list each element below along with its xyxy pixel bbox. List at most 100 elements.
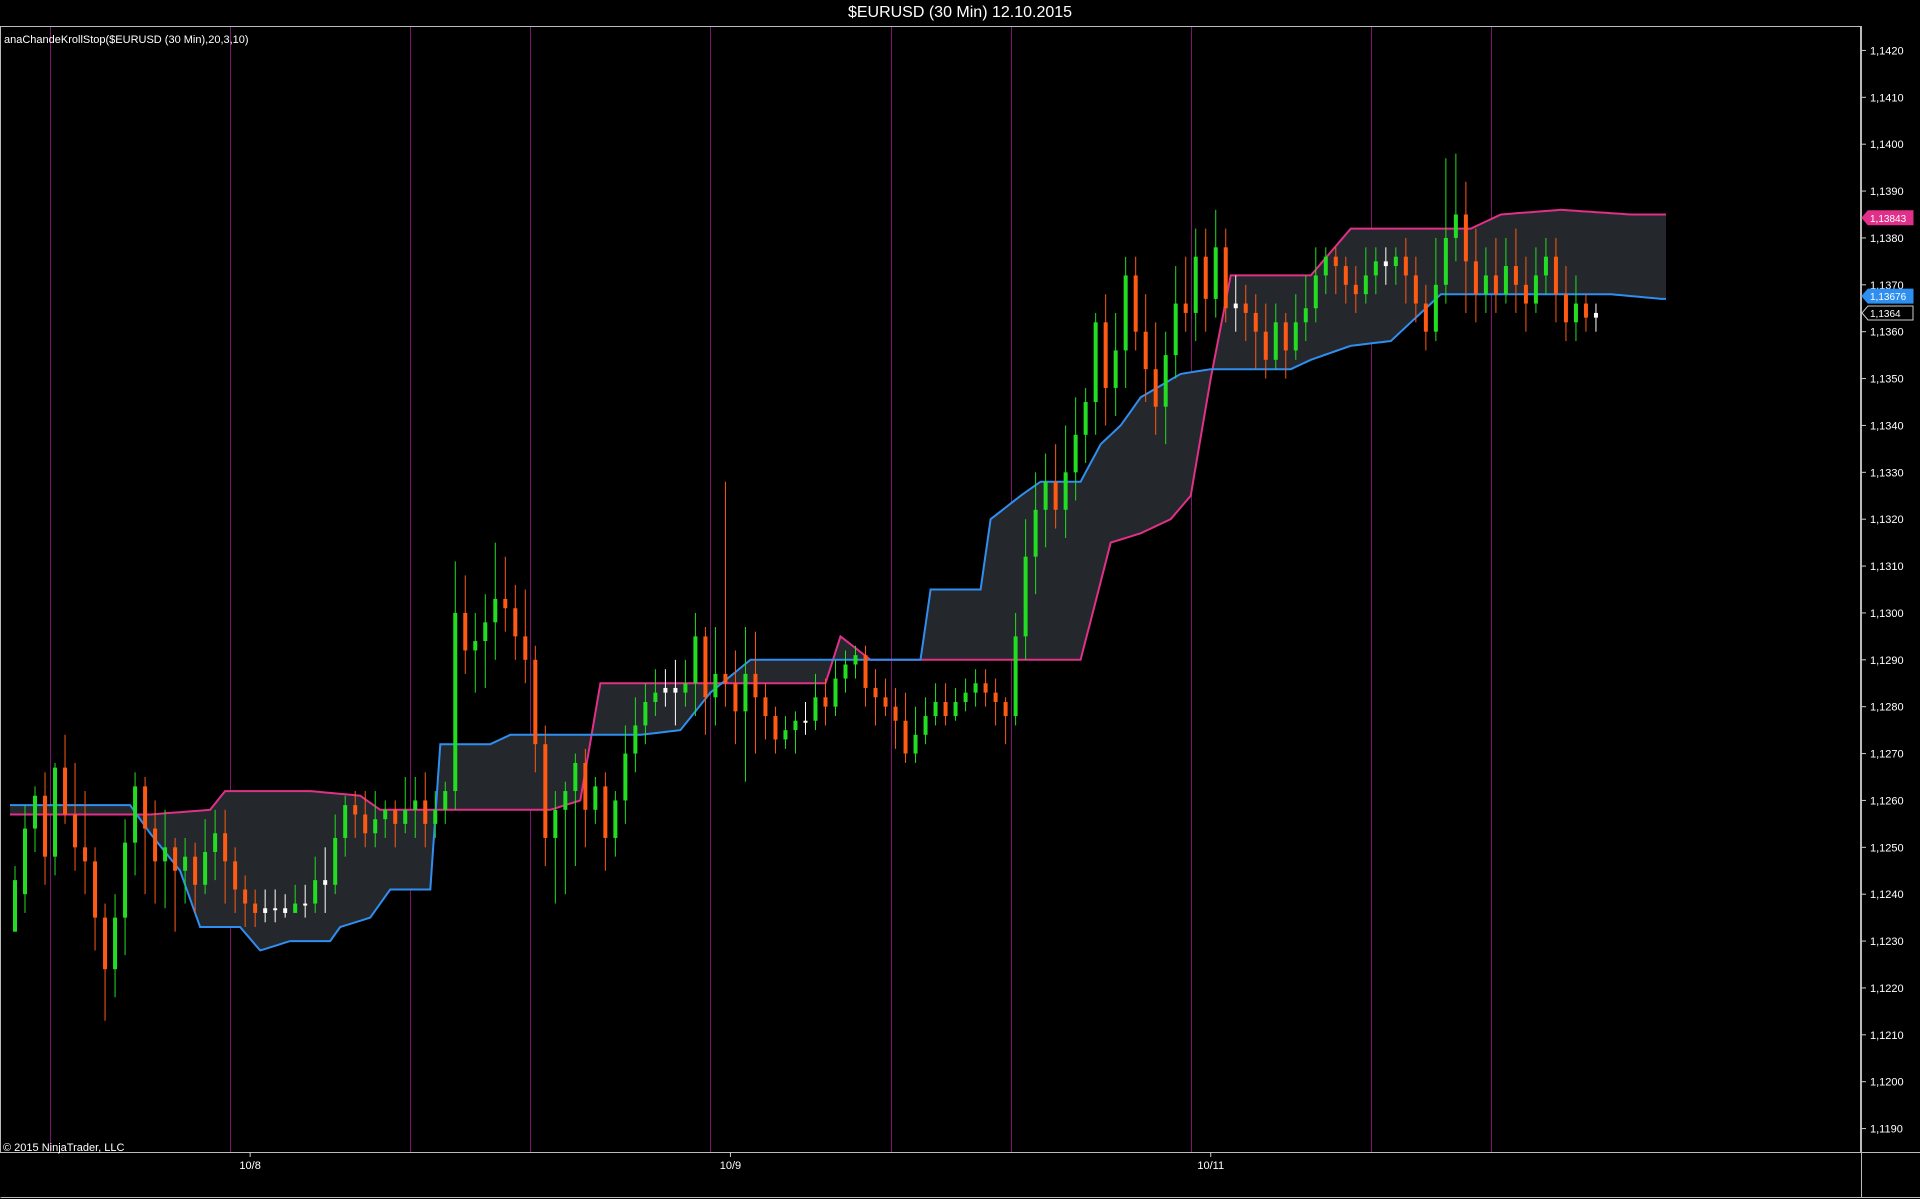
candle <box>483 594 488 688</box>
candle <box>503 556 508 632</box>
y-tick-label: 1,1380 <box>1870 233 1904 245</box>
candle-body <box>633 725 638 754</box>
y-tick-label: 1,1230 <box>1870 936 1904 948</box>
candle <box>873 669 878 726</box>
y-tick-label: 1,1330 <box>1870 467 1904 479</box>
candle-body <box>1293 322 1298 351</box>
candle-body <box>1213 247 1218 299</box>
y-tick-label: 1,1360 <box>1870 327 1904 339</box>
candle-body <box>383 809 388 820</box>
candle-body <box>753 673 758 698</box>
candle-body <box>343 805 348 838</box>
candle-body <box>1063 472 1068 510</box>
candle-body <box>1203 256 1208 299</box>
candle-body <box>833 678 838 707</box>
candle <box>993 678 998 726</box>
candle-body <box>1283 322 1288 351</box>
candle-body <box>853 655 858 665</box>
candle-body <box>1553 256 1558 295</box>
candle <box>43 772 48 885</box>
price-badge: 1,13676 <box>1861 288 1914 304</box>
candle <box>883 678 888 717</box>
candle <box>753 631 758 754</box>
candle <box>913 706 918 763</box>
y-tick-label: 1,1420 <box>1870 45 1904 57</box>
candle-body <box>183 856 188 871</box>
candle-body <box>1083 402 1088 435</box>
candle <box>583 748 588 848</box>
price-badge-label: 1,1364 <box>1870 309 1901 320</box>
candle <box>953 687 958 721</box>
candle-body <box>1363 275 1368 295</box>
y-tick-label: 1,1340 <box>1870 420 1904 432</box>
candle-body <box>13 880 18 932</box>
candle-body <box>983 683 988 693</box>
candle-body <box>573 762 578 792</box>
candle-body <box>1373 261 1378 276</box>
candle <box>1173 266 1178 379</box>
candle-body <box>1103 322 1108 388</box>
candle-body <box>693 636 698 684</box>
candle-body <box>463 612 468 651</box>
candle <box>1113 312 1118 417</box>
candle-body <box>123 842 128 918</box>
candle-body <box>593 786 598 810</box>
candle-body <box>1113 350 1118 388</box>
price-badge: 1,1364 <box>1861 305 1914 321</box>
candle-body <box>743 673 748 712</box>
candle-body <box>293 903 298 913</box>
candle-body <box>503 598 508 609</box>
y-tick-label: 1,1210 <box>1870 1030 1904 1042</box>
candle-body <box>493 598 498 623</box>
y-tick-label: 1,1240 <box>1870 889 1904 901</box>
stop-cloud <box>10 208 1666 952</box>
candle-body <box>243 889 248 904</box>
candle <box>523 589 528 684</box>
candle-body <box>973 683 978 693</box>
candle-body <box>203 852 208 885</box>
candle <box>63 734 68 824</box>
candle-body <box>563 791 568 810</box>
candle-body <box>1443 237 1448 285</box>
candle-body <box>703 636 708 698</box>
candle <box>103 903 108 1021</box>
candle-body <box>393 809 398 824</box>
candle <box>1203 228 1208 332</box>
candle <box>963 678 968 712</box>
candle-body <box>163 847 168 862</box>
candle <box>743 627 748 782</box>
y-tick-label: 1,1400 <box>1870 139 1904 151</box>
candle-body <box>1263 331 1268 360</box>
candle <box>33 786 38 852</box>
candle-body <box>1183 303 1188 313</box>
candle-body <box>1503 266 1508 295</box>
chart-canvas[interactable]: 1,1190 1,1200 1,1210 1,1220 1,1230 1,1240 1,12… <box>0 0 1920 1199</box>
candle-body <box>93 861 98 918</box>
candle <box>73 762 78 871</box>
candle <box>93 847 98 951</box>
indicator-label: anaChandeKrollStop($EURUSD (30 Min),20,3… <box>4 34 249 46</box>
candle <box>723 481 728 707</box>
candle-body <box>143 786 148 829</box>
candle-body <box>603 786 608 838</box>
candle-body <box>1093 322 1098 402</box>
y-tick-label: 1,1260 <box>1870 795 1904 807</box>
candle-body <box>1313 275 1318 309</box>
candle-body <box>1403 256 1408 276</box>
candle-body <box>273 908 278 911</box>
candle <box>113 894 118 998</box>
candle-body <box>1233 303 1238 309</box>
candle-body <box>1453 214 1458 238</box>
candle-body <box>1473 261 1478 295</box>
candle-body <box>623 753 628 801</box>
candle-body <box>953 702 958 717</box>
y-tick-label: 1,1390 <box>1870 186 1904 198</box>
candle-body <box>1543 256 1548 276</box>
candle <box>1143 294 1148 402</box>
candle-body <box>33 795 38 829</box>
candle-body <box>363 814 368 834</box>
candle-body <box>443 791 448 810</box>
candle-body <box>963 692 968 702</box>
x-tick-label: 10/11 <box>1197 1160 1224 1172</box>
candle <box>903 692 908 763</box>
